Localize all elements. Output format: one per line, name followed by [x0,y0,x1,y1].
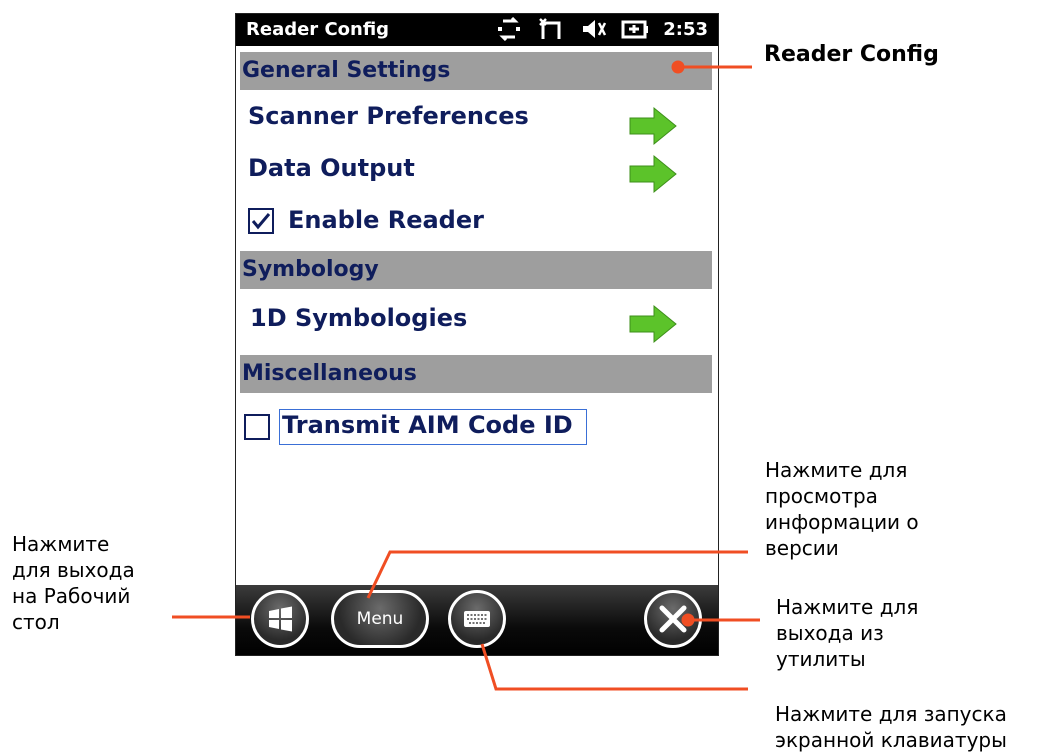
version-callout: Нажмите для просмотра информации о верси… [765,458,919,560]
section-header-general: General Settings [240,52,712,90]
status-bar-title: Reader Config [246,19,390,40]
desktop-callout: Нажмите для выхода на Рабочий стол [12,532,135,634]
data-output-link[interactable]: Data Output [248,154,415,182]
scanner-preferences-link[interactable]: Scanner Preferences [248,102,529,130]
menu-button[interactable]: Menu [331,590,429,648]
exit-callout: Нажмите для выхода из утилиты [776,595,919,671]
arrow-right-icon[interactable] [628,106,678,146]
signal-x-icon [539,18,561,39]
title-callout: Reader Config [764,42,939,67]
section-header-symbology: Symbology [240,251,712,289]
arrow-right-icon[interactable] [628,304,678,344]
battery-charging-icon [621,20,649,39]
keyboard-icon [464,611,490,627]
speaker-muted-icon [583,20,607,38]
windows-start-button[interactable] [251,590,309,648]
1d-symbologies-link[interactable]: 1D Symbologies [250,304,467,332]
windows-logo-icon [269,606,292,632]
enable-reader-checkbox[interactable] [248,208,274,234]
status-time: 2:53 [663,18,708,40]
keyboard-callout: Нажмите для запуска экранной клавиатуры [775,702,1007,752]
arrow-right-icon[interactable] [628,154,678,194]
close-button[interactable] [644,590,702,648]
transmit-aim-label[interactable]: Transmit AIM Code ID [282,411,573,439]
keyboard-button[interactable] [448,590,506,648]
close-icon [659,605,687,633]
section-header-misc: Miscellaneous [240,355,712,393]
bottom-app-bar: Menu [236,585,718,655]
status-bar: Reader Config 2:53 [236,14,718,46]
transmit-aim-checkbox[interactable] [244,414,270,440]
connectivity-arrows-icon [498,17,521,41]
enable-reader-label[interactable]: Enable Reader [288,206,484,234]
checkmark-icon [251,213,271,230]
device-screen: Reader Config 2:53 General Settings Scan… [235,13,719,656]
status-icons: 2:53 [495,17,708,41]
